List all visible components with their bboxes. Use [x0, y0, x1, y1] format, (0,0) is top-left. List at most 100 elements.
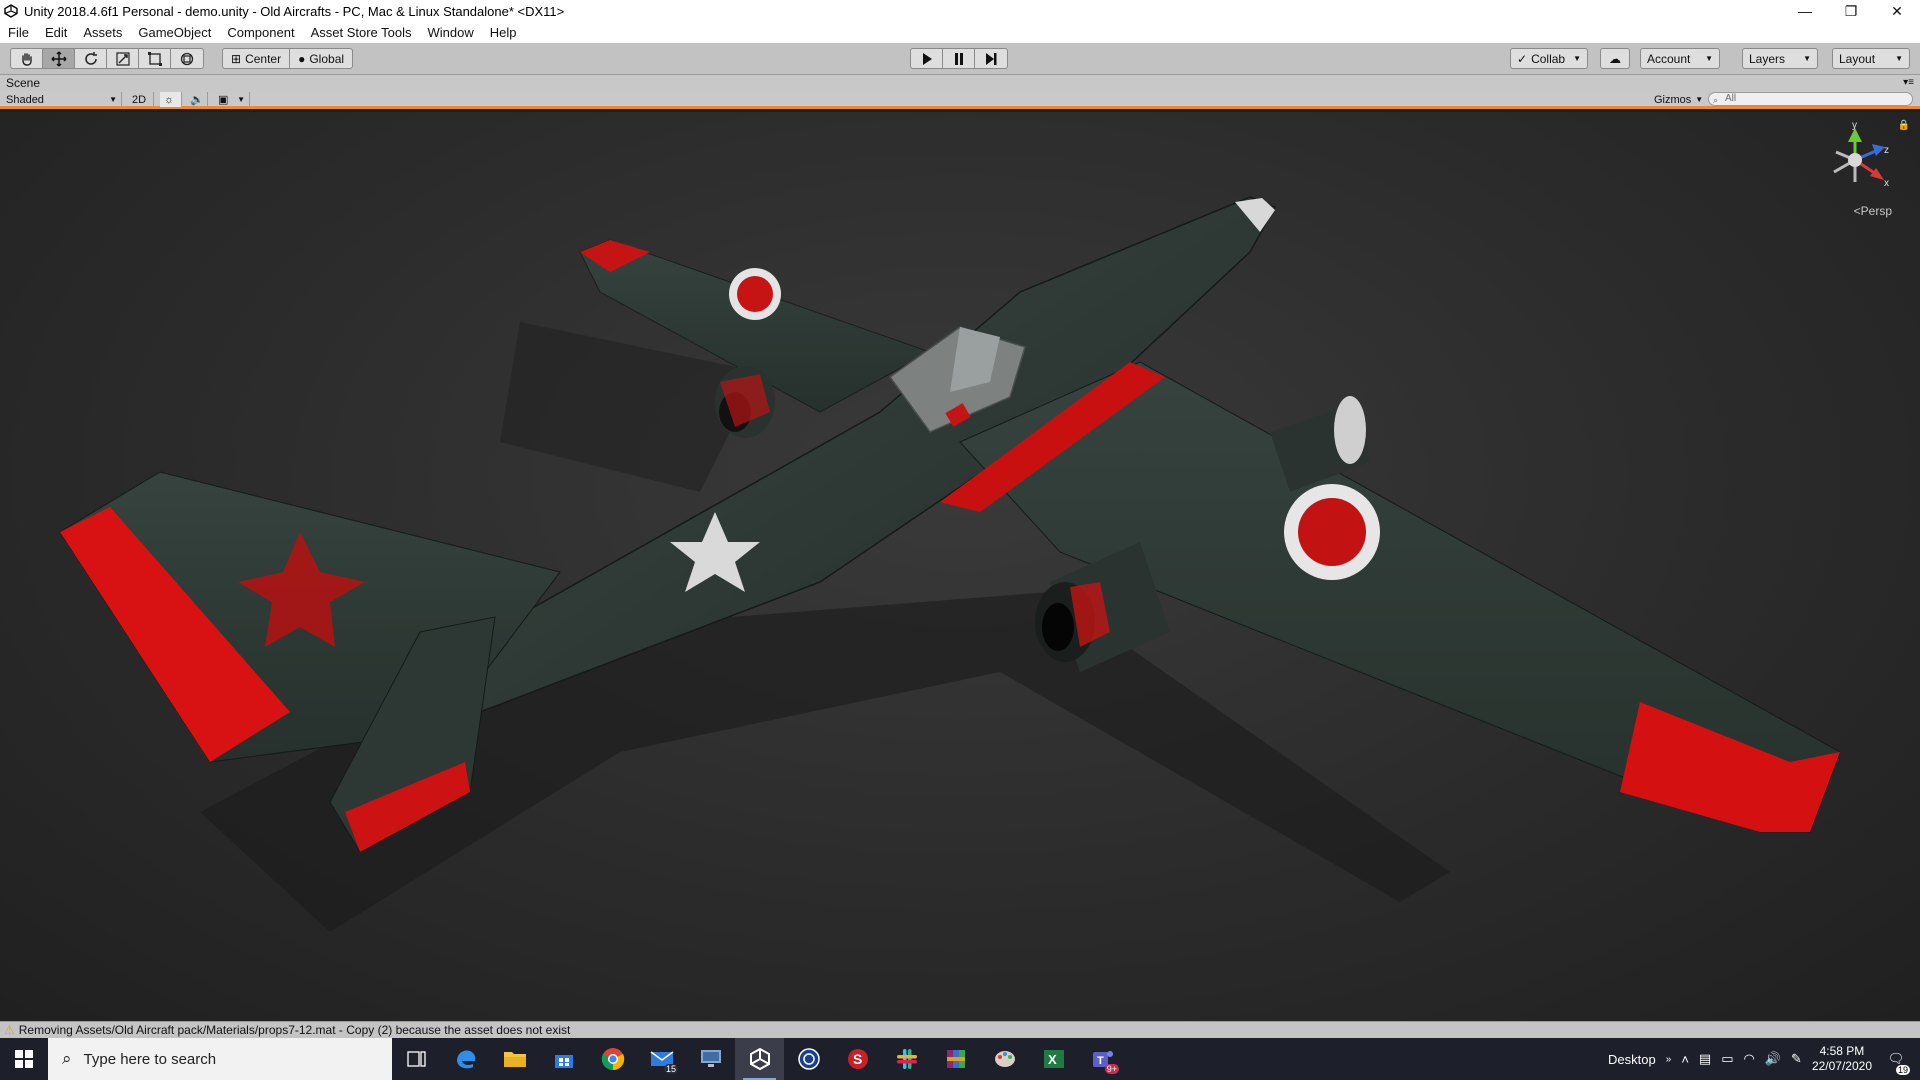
menu-edit[interactable]: Edit — [37, 25, 75, 40]
pivot-mode-button[interactable]: ⊞ Center — [223, 49, 291, 68]
menu-assets[interactable]: Assets — [75, 25, 130, 40]
store-app[interactable] — [539, 1038, 588, 1080]
menu-bar: File Edit Assets GameObject Component As… — [0, 22, 1920, 43]
mail-badge: 15 — [663, 1064, 678, 1074]
move-tool-button[interactable] — [43, 49, 75, 68]
menu-gameobject[interactable]: GameObject — [130, 25, 219, 40]
desktop-toolbar-label[interactable]: Desktop — [1608, 1052, 1656, 1067]
slack-icon — [896, 1049, 917, 1069]
chrome-app[interactable] — [588, 1038, 637, 1080]
layers-label: Layers — [1749, 51, 1786, 66]
account-label: Account — [1647, 51, 1691, 66]
menu-component[interactable]: Component — [219, 25, 302, 40]
chevron-down-icon: ▼ — [1803, 54, 1811, 63]
step-button[interactable] — [975, 49, 1007, 68]
taskbar-search-input[interactable]: ⌕ Type here to search — [48, 1038, 392, 1080]
layout-dropdown[interactable]: Layout ▼ — [1832, 48, 1910, 69]
menu-file[interactable]: File — [0, 25, 37, 40]
toggle-2d-button[interactable]: 2D — [128, 92, 154, 107]
rotate-tool-button[interactable] — [75, 49, 107, 68]
transform-tool-button[interactable] — [171, 49, 203, 68]
excel-icon: X — [1043, 1050, 1064, 1068]
windows-taskbar: ⌕ Type here to search 15 S X T 9+ Deskto… — [0, 1038, 1920, 1080]
toolbar-overflow-icon[interactable]: » — [1666, 1054, 1672, 1065]
layers-dropdown[interactable]: Layers ▼ — [1742, 48, 1818, 69]
scene-tab[interactable]: Scene ▾≡ — [0, 75, 1920, 91]
close-button[interactable]: ✕ — [1874, 0, 1920, 22]
start-button[interactable] — [0, 1038, 48, 1080]
slack-app[interactable] — [882, 1038, 931, 1080]
step-icon — [986, 52, 997, 65]
paint-app[interactable] — [980, 1038, 1029, 1080]
minimize-button[interactable]: — — [1782, 0, 1828, 22]
projection-toggle[interactable]: <Persp — [1854, 204, 1892, 218]
palette-icon — [994, 1051, 1015, 1067]
warning-icon: ⚠ — [4, 1023, 15, 1037]
wifi-icon[interactable]: ◠ — [1744, 1051, 1755, 1067]
collab-dropdown[interactable]: ✓ Collab ▼ — [1510, 48, 1588, 69]
shading-mode-label: Shaded — [6, 93, 44, 106]
rect-tool-button[interactable] — [139, 49, 171, 68]
image-icon: ▣ — [218, 94, 229, 106]
account-dropdown[interactable]: Account ▼ — [1640, 48, 1720, 69]
chevron-down-icon: ▼ — [1573, 54, 1581, 63]
cloud-icon: ☁ — [1609, 51, 1621, 66]
hand-tool-button[interactable] — [11, 49, 43, 68]
restore-icon: ❐ — [1844, 2, 1858, 19]
taskbar-search-placeholder: Type here to search — [83, 1050, 217, 1068]
scene-search-input[interactable]: ⌕ All — [1708, 92, 1913, 106]
clock[interactable]: 4:58 PM 22/07/2020 — [1812, 1044, 1872, 1074]
title-bar: Unity 2018.4.6f1 Personal - demo.unity -… — [0, 0, 1920, 22]
move-icon — [50, 50, 67, 67]
status-message: Removing Assets/Old Aircraft pack/Materi… — [18, 1023, 571, 1037]
axis-y-label: y — [1852, 120, 1857, 131]
console-status-bar[interactable]: ⚠ Removing Assets/Old Aircraft pack/Mate… — [0, 1021, 1920, 1038]
unity-app[interactable] — [735, 1038, 784, 1080]
teams-app[interactable]: T 9+ — [1078, 1038, 1127, 1080]
pivot-rotation-button[interactable]: ● Global — [290, 49, 352, 68]
remote-desktop-app[interactable] — [686, 1038, 735, 1080]
maximize-button[interactable]: ❐ — [1828, 0, 1874, 22]
winrar-app[interactable] — [931, 1038, 980, 1080]
mail-app[interactable]: 15 — [637, 1038, 686, 1080]
chevron-down-icon: ▼ — [109, 95, 117, 104]
excel-app[interactable]: X — [1029, 1038, 1078, 1080]
menu-window[interactable]: Window — [420, 25, 482, 40]
winrar-icon — [946, 1050, 965, 1068]
pen-icon[interactable]: ✎ — [1791, 1051, 1802, 1067]
battery-icon[interactable]: ▭ — [1721, 1051, 1733, 1067]
main-toolbar: ⊞ Center ● Global ✓ Collab ▼ ☁ Account ▼… — [0, 43, 1920, 75]
close-icon: ✕ — [1891, 2, 1903, 19]
cinema4d-app[interactable] — [784, 1038, 833, 1080]
action-center-button[interactable]: 🗨 19 — [1882, 1051, 1910, 1075]
scale-tool-button[interactable] — [107, 49, 139, 68]
menu-asset-store-tools[interactable]: Asset Store Tools — [303, 25, 420, 40]
task-view-button[interactable] — [392, 1038, 441, 1080]
svg-text:S: S — [853, 1051, 862, 1067]
file-explorer-app[interactable] — [490, 1038, 539, 1080]
effects-dropdown[interactable]: ▣ ▼ — [214, 92, 250, 107]
scene-viewport[interactable]: y z x 🔒 <Persp — [0, 112, 1920, 1021]
play-button[interactable] — [911, 49, 943, 68]
tab-menu-icon[interactable]: ▾≡ — [1903, 75, 1914, 91]
search-placeholder: All — [1725, 93, 1737, 104]
substance-app[interactable]: S — [833, 1038, 882, 1080]
gizmos-dropdown[interactable]: Gizmos ▼ — [1650, 92, 1707, 107]
shading-mode-dropdown[interactable]: Shaded ▼ — [2, 92, 122, 107]
lock-icon[interactable]: 🔒 — [1898, 120, 1910, 131]
audio-toggle[interactable]: 🔈 — [186, 92, 208, 107]
menu-help[interactable]: Help — [482, 25, 525, 40]
chevron-down-icon: ▼ — [1705, 54, 1713, 63]
cloud-button[interactable]: ☁ — [1600, 48, 1630, 69]
lighting-toggle[interactable]: ☼ — [160, 92, 182, 107]
show-hidden-icons-icon[interactable]: ˄ — [1681, 1052, 1689, 1067]
layout-label: Layout — [1839, 51, 1876, 66]
edge-app[interactable] — [441, 1038, 490, 1080]
transform-tools — [10, 48, 204, 69]
pause-button[interactable] — [943, 49, 975, 68]
volume-icon[interactable]: 🔊 — [1765, 1051, 1781, 1067]
unity-logo-icon — [4, 4, 18, 18]
teams-badge: 9+ — [1104, 1064, 1119, 1074]
network-adapter-icon[interactable]: ▤ — [1699, 1051, 1711, 1067]
task-view-icon — [406, 1051, 426, 1067]
